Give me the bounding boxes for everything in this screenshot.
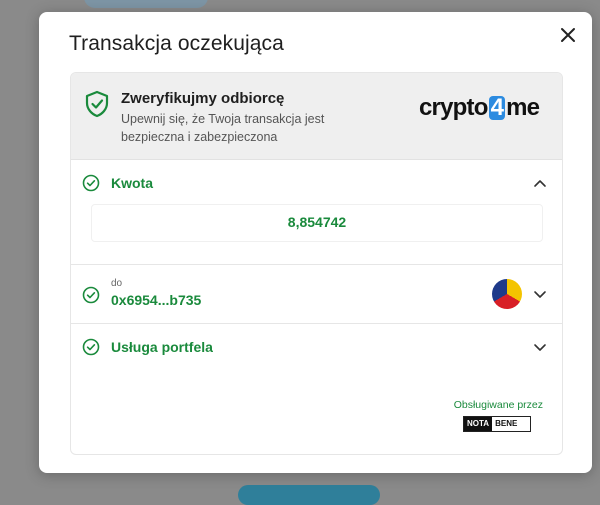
- amount-box: 8,854742: [91, 204, 543, 242]
- verification-card: Zweryfikujmy odbiorcę Upewnij się, że Tw…: [70, 72, 563, 455]
- notabene-logo-part-a: NOTA: [464, 417, 493, 431]
- modal-title: Transakcja oczekująca: [69, 32, 284, 55]
- amount-section: Kwota 8,854742: [71, 160, 562, 265]
- background-button: [84, 0, 208, 8]
- notabene-logo-part-b: BENE: [492, 417, 521, 431]
- shield-check-icon: [85, 90, 109, 118]
- wallet-label: Usługa portfela: [111, 339, 213, 355]
- chevron-down-icon[interactable]: [533, 289, 547, 299]
- check-circle-icon: [82, 286, 100, 304]
- background-button: [238, 485, 380, 505]
- close-button[interactable]: [558, 25, 578, 45]
- recipient-section[interactable]: do 0x6954...b735: [71, 265, 562, 324]
- recipient-small-label: do: [111, 278, 123, 289]
- amount-value: 8,854742: [287, 214, 347, 230]
- brand-text-end: me: [506, 94, 540, 121]
- wallet-section: Usługa portfela Obsługiwane przez NOTA B…: [71, 324, 562, 454]
- brand-text: crypto: [419, 94, 488, 121]
- wallet-avatar-icon: [492, 279, 522, 309]
- verify-title: Zweryfikujmy odbiorcę: [121, 90, 285, 107]
- transaction-modal: Transakcja oczekująca Zweryfikujmy odbio…: [39, 12, 592, 473]
- chevron-up-icon[interactable]: [533, 178, 547, 188]
- chevron-down-icon[interactable]: [533, 342, 547, 352]
- powered-by-text: Obsługiwane przez: [453, 399, 543, 411]
- verify-description: Upewnij się, że Twoja transakcja jest be…: [121, 112, 325, 144]
- amount-label: Kwota: [111, 175, 153, 191]
- notabene-logo[interactable]: NOTA BENE: [463, 416, 531, 432]
- verify-header: Zweryfikujmy odbiorcę Upewnij się, że Tw…: [71, 73, 562, 160]
- check-circle-icon: [82, 338, 100, 356]
- brand-four: 4: [488, 94, 506, 121]
- close-icon: [561, 28, 575, 42]
- crypto4me-logo[interactable]: crypto 4 me: [419, 94, 551, 124]
- recipient-address: 0x6954...b735: [111, 292, 202, 308]
- check-circle-icon: [82, 174, 100, 192]
